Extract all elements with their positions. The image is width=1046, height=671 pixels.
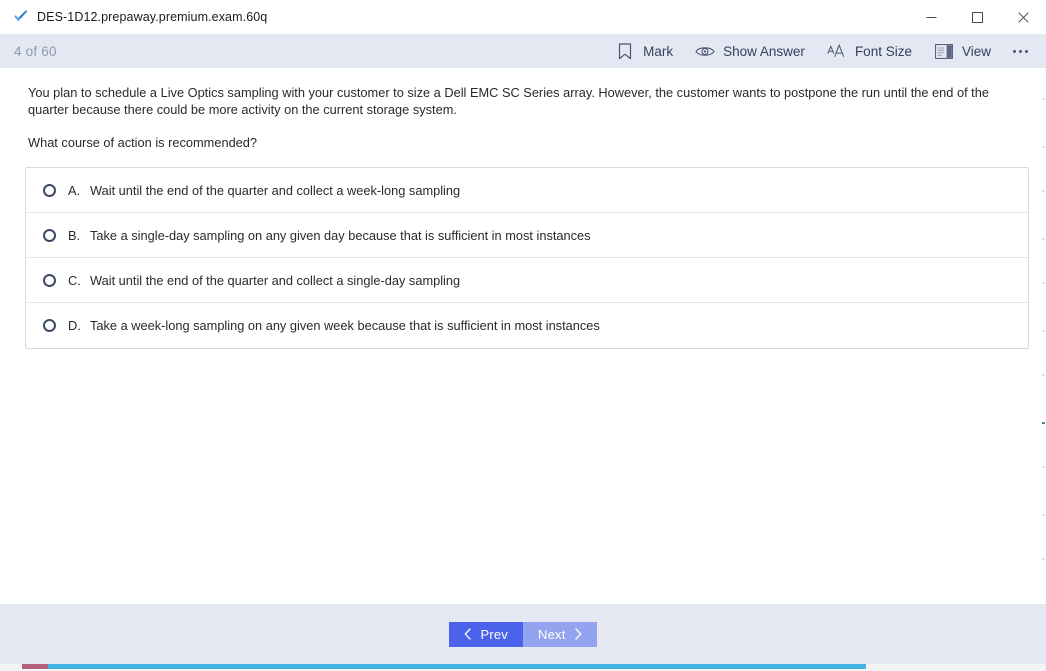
next-button[interactable]: Next: [523, 621, 597, 647]
content-scrollbar[interactable]: [1041, 68, 1046, 604]
mark-label: Mark: [643, 43, 674, 59]
question-content-area: You plan to schedule a Live Optics sampl…: [0, 68, 1046, 604]
scrollbar-tick: [1042, 514, 1045, 516]
scrollbar-tick: [1042, 558, 1045, 560]
background-window-bottom-accent: [22, 664, 48, 669]
scrollbar-tick: [1042, 374, 1045, 376]
prev-label: Prev: [480, 626, 508, 642]
exam-toolbar: 4 of 60 Mark Show Answer Font Size View: [0, 34, 1046, 68]
window-title: DES-1D12.prepaway.premium.exam.60q: [37, 10, 268, 24]
scrollbar-tick: [1042, 282, 1045, 284]
option-letter-a: A.: [68, 182, 81, 198]
option-text-c: Wait until the end of the quarter and co…: [90, 272, 461, 288]
scrollbar-tick: [1042, 466, 1045, 468]
option-letter-d: D.: [68, 318, 81, 333]
font-size-icon: [827, 41, 847, 61]
nav-button-group: Prev Next: [449, 621, 597, 647]
navigation-footer: Prev Next: [0, 604, 1046, 664]
option-text-a: Wait until the end of the quarter and co…: [90, 182, 461, 198]
question-prompt: What course of action is recommended?: [28, 135, 258, 150]
chevron-right-icon: [574, 628, 581, 640]
question-stem: You plan to schedule a Live Optics sampl…: [28, 85, 989, 117]
next-label: Next: [538, 626, 566, 642]
eye-icon: [695, 41, 715, 61]
title-bar[interactable]: DES-1D12.prepaway.premium.exam.60q: [0, 0, 1046, 34]
bookmark-icon: [615, 41, 635, 61]
radio-button-a[interactable]: [43, 183, 56, 197]
exam-player-window: DES-1D12.prepaway.premium.exam.60q 4 of …: [0, 0, 1046, 671]
more-options-icon[interactable]: [1002, 34, 1038, 68]
background-window-bottom-band: [48, 664, 866, 669]
scrollbar-tick: [1042, 330, 1045, 332]
show-answer-button[interactable]: Show Answer: [684, 34, 816, 68]
answer-option-b[interactable]: B. Take a single-day sampling on any giv…: [26, 213, 1028, 258]
minimize-button[interactable]: [908, 0, 954, 34]
prev-button[interactable]: Prev: [449, 621, 523, 647]
layout-panel-icon: [934, 41, 954, 61]
scrollbar-tick: [1042, 146, 1045, 148]
scrollbar-tick: [1042, 98, 1045, 100]
window-controls: [908, 0, 1046, 34]
option-text-d: Take a week-long sampling on any given w…: [90, 318, 600, 333]
radio-button-b[interactable]: [43, 228, 56, 242]
question-counter: 4 of 60: [14, 43, 57, 59]
answer-options-list: A. Wait until the end of the quarter and…: [25, 167, 1029, 349]
scrollbar-tick: [1042, 190, 1045, 192]
chevron-left-icon: [465, 628, 472, 640]
maximize-button[interactable]: [954, 0, 1000, 34]
show-answer-label: Show Answer: [723, 43, 805, 59]
answer-option-d[interactable]: D. Take a week-long sampling on any give…: [26, 303, 1028, 348]
answer-option-a[interactable]: A. Wait until the end of the quarter and…: [26, 168, 1028, 213]
close-button[interactable]: [1000, 0, 1046, 34]
blue-check-icon: [12, 8, 30, 26]
radio-button-c[interactable]: [43, 273, 56, 287]
font-size-button[interactable]: Font Size: [816, 34, 923, 68]
more-options-dots: [1012, 49, 1028, 53]
scrollbar-tick: [1042, 422, 1045, 424]
view-button[interactable]: View: [923, 34, 1002, 68]
radio-button-d[interactable]: [43, 319, 56, 332]
option-letter-c: C.: [68, 272, 81, 288]
view-label: View: [961, 43, 991, 59]
font-size-label: Font Size: [854, 43, 912, 59]
mark-button[interactable]: Mark: [604, 34, 684, 68]
option-text-b: Take a single-day sampling on any given …: [90, 227, 591, 243]
scrollbar-tick: [1042, 238, 1045, 240]
option-letter-b: B.: [68, 227, 81, 243]
title-bar-left: DES-1D12.prepaway.premium.exam.60q: [0, 8, 908, 26]
answer-option-c[interactable]: C. Wait until the end of the quarter and…: [26, 258, 1028, 303]
